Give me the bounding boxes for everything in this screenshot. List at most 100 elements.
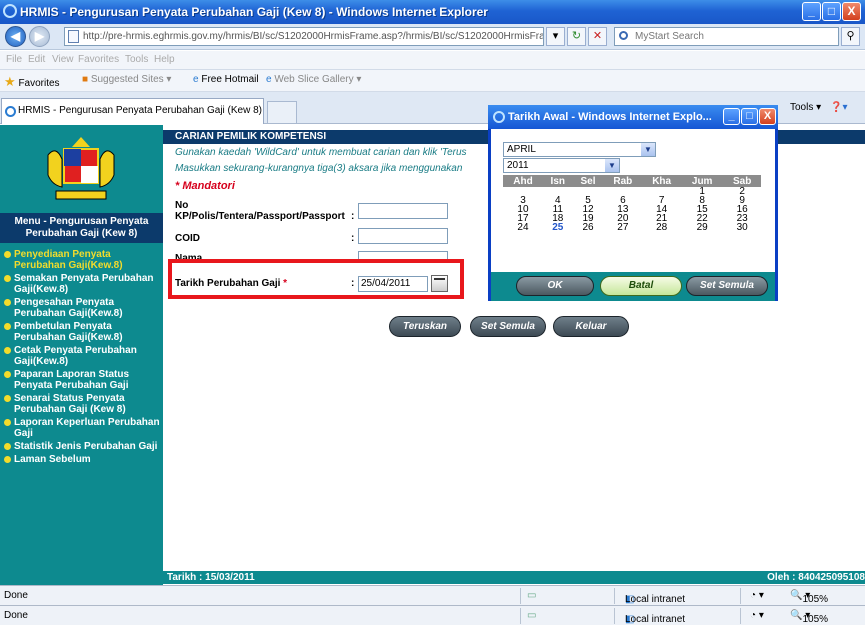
no-kp-input[interactable]	[358, 203, 448, 219]
favorites-button[interactable]: ★ Favorites	[4, 74, 60, 90]
address-dropdown-icon[interactable]: ▾	[546, 27, 565, 46]
sidebar-item-paparan-laporan[interactable]: Paparan Laporan Status Penyata Perubahan…	[4, 369, 162, 391]
calendar-day[interactable]: 29	[681, 223, 723, 233]
calendar-week-row: 24 25 26 27 28 29 30	[503, 223, 761, 233]
bullet-icon	[4, 419, 11, 426]
sidebar-item-pengesahan[interactable]: Pengesahan Penyata Perubahan Gaji(Kew.8)	[4, 297, 162, 319]
menu-edit[interactable]: Edit	[28, 54, 45, 65]
refresh-button[interactable]: ↻	[567, 27, 586, 46]
sidebar-item-pembetulan[interactable]: Pembetulan Penyata Perubahan Gaji(Kew.8)	[4, 321, 162, 343]
menu-tools[interactable]: Tools	[125, 54, 148, 65]
chevron-down-icon: ▼	[641, 143, 655, 156]
suggested-sites-link[interactable]: ■ Suggested Sites ▾	[82, 74, 171, 85]
calendar-day[interactable]: 25	[543, 223, 573, 233]
calendar-day[interactable]: 28	[642, 223, 681, 233]
divider	[520, 608, 521, 624]
back-button[interactable]: ◀	[5, 26, 26, 47]
highlight-box	[168, 259, 464, 299]
bullet-icon	[4, 347, 11, 354]
favorites-bar: ★ Favorites ■ Suggested Sites ▾ e Free H…	[0, 70, 865, 92]
calendar-day[interactable]: 24	[503, 223, 543, 233]
batal-button[interactable]: Batal	[600, 276, 682, 296]
window-title: HRMIS - Pengurusan Penyata Perubahan Gaj…	[20, 5, 488, 19]
search-go-icon[interactable]: ⚲	[841, 27, 860, 46]
menu-favorites[interactable]: Favorites	[78, 54, 119, 65]
bullet-icon	[4, 323, 11, 330]
maximize-button[interactable]: □	[822, 2, 841, 21]
sidebar-footer	[0, 571, 163, 584]
popup-minimize-button[interactable]: _	[723, 108, 740, 125]
popup-ie-icon	[493, 111, 505, 123]
coid-input[interactable]	[358, 228, 448, 244]
calendar-week-row: 3456789	[503, 196, 761, 206]
menu-file[interactable]: File	[6, 54, 22, 65]
year-select[interactable]: 2011 ▼	[503, 158, 620, 173]
label-coid: COID	[175, 233, 200, 244]
sidebar-item-laman-sebelum[interactable]: Laman Sebelum	[4, 454, 162, 465]
sidebar-item-laporan-keperluan[interactable]: Laporan Keperluan Perubahan Gaji	[4, 417, 162, 439]
sidebar-item-semakan[interactable]: Semakan Penyata Perubahan Gaji(Kew.8)	[4, 273, 162, 295]
search-input[interactable]: MyStart Search	[614, 27, 839, 46]
divider	[614, 608, 615, 624]
popup-close-button[interactable]: X	[759, 108, 776, 125]
bullet-icon	[4, 456, 11, 463]
sidebar: Menu - Pengurusan Penyata Perubahan Gaji…	[0, 125, 163, 585]
new-tab-button[interactable]	[267, 101, 297, 123]
sidebar-item-penyediaan[interactable]: Penyediaan Penyata Perubahan Gaji(Kew.8)	[4, 249, 162, 271]
colon: :	[351, 233, 355, 244]
status-bar-upper: Done ▭ ◧ Local intranet ◔ ▾ 🔍 105% ▾	[0, 585, 865, 605]
calendar-grid: Ahd Isn Sel Rab Kha Jum Sab 1 2 3 4 5 6 7 8 9 10 1…	[503, 175, 761, 233]
divider	[614, 588, 615, 604]
menu-help[interactable]: Help	[154, 54, 175, 65]
divider	[520, 588, 521, 604]
sidebar-menu-title: Menu - Pengurusan Penyata Perubahan Gaji…	[0, 213, 163, 243]
ie-logo-icon	[3, 4, 17, 18]
calendar-day[interactable]: 27	[603, 223, 642, 233]
page-icon	[68, 30, 79, 43]
sidebar-item-cetak[interactable]: Cetak Penyata Perubahan Gaji(Kew.8)	[4, 345, 162, 367]
tab-hrmis[interactable]: HRMIS - Pengurusan Penyata Perubahan Gaj…	[1, 98, 264, 124]
minimize-button[interactable]: _	[802, 2, 821, 21]
keluar-button[interactable]: Keluar	[553, 316, 629, 337]
divider	[740, 608, 741, 624]
tools-menu[interactable]: Tools ▾	[790, 102, 821, 113]
popup-maximize-button[interactable]: □	[741, 108, 758, 125]
weekday-label: Ahd	[503, 175, 543, 187]
calendar-day[interactable]: 30	[723, 223, 761, 233]
bullet-icon	[4, 299, 11, 306]
weekday-label: Sel	[572, 175, 604, 187]
colon: :	[351, 211, 355, 222]
calendar-week-row: 10 11 12 13 14 15 16	[503, 205, 761, 215]
nama-input[interactable]	[358, 251, 448, 259]
zoom-button[interactable]: 🔍 105% ▾	[790, 610, 828, 625]
zoom-button[interactable]: 🔍 105% ▾	[790, 590, 828, 605]
calendar-day[interactable]: 26	[573, 223, 604, 233]
sidebar-item-statistik[interactable]: Statistik Jenis Perubahan Gaji	[4, 441, 162, 452]
tab-ie-icon	[5, 106, 16, 117]
bullet-icon	[4, 371, 11, 378]
address-input[interactable]: http://pre-hrmis.eghrmis.gov.my/hrmis/BI…	[64, 27, 544, 46]
month-select[interactable]: APRIL ▼	[503, 142, 656, 157]
menu-view[interactable]: View	[52, 54, 74, 65]
help-icon[interactable]: ❓▾	[830, 102, 847, 113]
protected-mode-icon[interactable]: ◔ ▾	[750, 610, 764, 621]
chevron-down-icon: ▼	[605, 159, 619, 172]
weekday-label: Rab	[603, 175, 643, 187]
footer-user: Oleh : 840425095108	[767, 572, 865, 583]
stop-button[interactable]: ✕	[588, 27, 607, 46]
protected-mode-icon[interactable]: ◔ ▾	[750, 590, 764, 601]
calendar-week-row: 17 18 19 20 21 22 23	[503, 214, 761, 224]
teruskan-button[interactable]: Teruskan	[389, 316, 461, 337]
free-hotmail-link[interactable]: e Free Hotmail	[193, 74, 259, 85]
set-semula-calendar-button[interactable]: Set Semula	[686, 276, 768, 296]
sidebar-item-senarai-status[interactable]: Senarai Status Penyata Perubahan Gaji (K…	[4, 393, 162, 415]
forward-button[interactable]: ▶	[29, 26, 50, 47]
hint-min-chars: Masukkan sekurang-kurangnya tiga(3) aksa…	[175, 163, 463, 174]
ok-button[interactable]: OK	[516, 276, 594, 296]
main-footer: Tarikh : 15/03/2011 Oleh : 840425095108	[163, 571, 865, 584]
calendar-days: 1 2 3 4 5 6 7 8 9 10 11 12 13 14 15 16 17 18 19 20 21 22 23 24 2…	[503, 187, 761, 233]
web-slice-gallery-link[interactable]: e Web Slice Gallery ▾	[266, 74, 361, 85]
close-button[interactable]: X	[842, 2, 861, 21]
set-semula-button[interactable]: Set Semula	[470, 316, 546, 337]
weekday-header-row: Ahd Isn Sel Rab Kha Jum Sab	[503, 175, 761, 187]
